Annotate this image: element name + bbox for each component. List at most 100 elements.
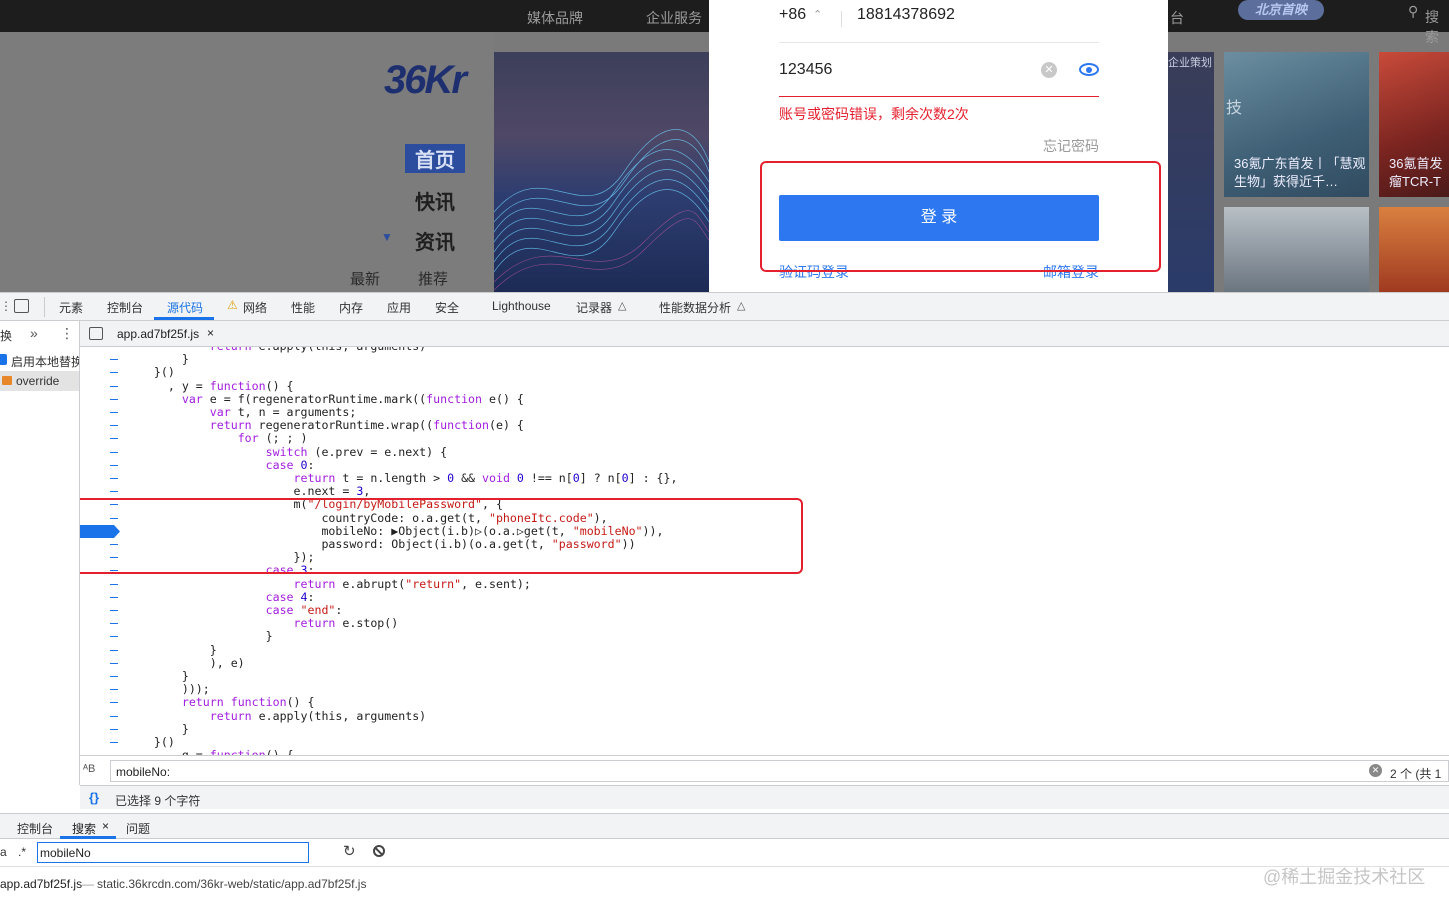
code-line[interactable]: return function() { — [126, 695, 315, 709]
topnav-enterprise-service[interactable]: 企业服务 — [646, 8, 702, 28]
refresh-icon[interactable]: ↻ — [343, 842, 356, 860]
result-url[interactable]: static.36krcdn.com/36kr-web/static/app.a… — [97, 877, 366, 891]
find-input[interactable]: mobileNo: — [116, 765, 170, 779]
match-case-icon[interactable]: ᴬB — [83, 763, 95, 775]
code-line[interactable]: switch (e.prev = e.next) { — [126, 445, 448, 459]
password-input[interactable]: 123456 — [779, 61, 832, 79]
event-badge[interactable]: 北京首映 — [1238, 0, 1324, 20]
menu-newsflash[interactable]: 快讯 — [415, 186, 455, 215]
tab-security[interactable]: 安全 — [435, 299, 459, 316]
country-code[interactable]: +86 — [779, 6, 806, 24]
clear-icon[interactable]: ✕ — [1041, 62, 1057, 78]
close-tab-icon[interactable]: × — [102, 819, 109, 833]
tab-lighthouse[interactable]: Lighthouse — [492, 299, 551, 313]
device-toolbar-icon[interactable] — [14, 299, 29, 313]
code-line[interactable]: var t, n = arguments; — [126, 405, 357, 419]
more-tabs-icon[interactable]: » — [30, 325, 38, 341]
eye-icon[interactable] — [1079, 63, 1099, 76]
code-line[interactable]: } — [126, 722, 189, 736]
checkbox-icon[interactable] — [0, 354, 7, 365]
tab-network[interactable]: 网络 — [243, 299, 267, 316]
regex-icon[interactable]: .* — [18, 845, 26, 859]
line-marker — [110, 359, 118, 361]
corporate-tag: 企业策划 — [1168, 57, 1212, 69]
overrides-tab-partial[interactable]: 换 — [0, 327, 12, 344]
toggle-navigator-icon[interactable] — [89, 327, 103, 340]
website-area: 媒体品牌 企业服务 台 北京首映 ⚲ 搜索 36Kr 首页 快讯 ▼ 资讯 最新… — [0, 0, 1449, 292]
news-card-2[interactable]: 36氪首发 瘤TCR-T — [1379, 52, 1449, 197]
news-card-4[interactable] — [1379, 207, 1449, 292]
submenu-latest[interactable]: 最新 — [350, 268, 380, 289]
search-result[interactable]: app.ad7bf25f.js — static.36krcdn.com/36k… — [0, 867, 1449, 897]
line-marker — [110, 425, 118, 427]
match-case-partial-icon[interactable]: a — [0, 845, 7, 859]
code-editor[interactable]: return e.apply(this, arguments) } }() , … — [80, 347, 1449, 755]
file-tab[interactable]: app.ad7bf25f.js — [117, 327, 199, 341]
code-line[interactable]: for (; ; ) — [126, 431, 308, 445]
code-line[interactable]: ), e) — [126, 656, 245, 670]
tab-console[interactable]: 控制台 — [107, 299, 143, 316]
code-line[interactable]: var e = f(regeneratorRuntime.mark((funct… — [126, 392, 524, 406]
drawer-tab-issues[interactable]: 问题 — [126, 820, 150, 837]
code-line[interactable]: }() — [126, 735, 175, 749]
tab-application[interactable]: 应用 — [387, 299, 411, 316]
pretty-print-icon[interactable]: {} — [89, 790, 99, 805]
tab-recorder[interactable]: 记录器 — [576, 299, 612, 316]
code-line[interactable]: } — [126, 629, 273, 643]
result-file-name[interactable]: app.ad7bf25f.js — [0, 877, 82, 891]
override-folder-row[interactable]: override — [0, 371, 79, 391]
selection-status: 已选择 9 个字符 — [115, 794, 201, 808]
clear-icon[interactable]: ✕ — [1369, 764, 1382, 777]
code-line[interactable]: return e.abrupt("return", e.sent); — [126, 577, 531, 591]
code-line[interactable]: case "end": — [126, 603, 343, 617]
phone-input[interactable]: 18814378692 — [857, 6, 955, 24]
drawer-tab-search[interactable]: 搜索 — [72, 820, 96, 837]
code-line[interactable]: , g = function() { — [126, 748, 294, 755]
menu-news[interactable]: 资讯 — [415, 226, 455, 255]
tab-performance-insights[interactable]: 性能数据分析 — [659, 299, 731, 316]
hero-banner-right: 企业策划 — [1168, 52, 1214, 292]
search-icon[interactable]: ⚲ — [1408, 3, 1418, 20]
code-line[interactable]: return regeneratorRuntime.wrap((function… — [126, 418, 524, 432]
submenu-recommend[interactable]: 推荐 — [418, 268, 448, 289]
find-input-box[interactable]: mobileNo: ✕ 2 个 (共 1 — [110, 760, 1449, 782]
clear-search-icon[interactable] — [373, 845, 385, 857]
code-line[interactable]: case 4: — [126, 590, 315, 604]
tab-sources[interactable]: 源代码 — [167, 299, 203, 316]
tab-elements[interactable]: 元素 — [59, 299, 83, 316]
topnav-partial[interactable]: 台 — [1170, 8, 1184, 28]
card-1-caption[interactable]: 36氪广东首发丨「慧观生物」获得近千… — [1234, 155, 1369, 191]
news-card-3[interactable] — [1224, 207, 1369, 292]
code-line[interactable]: } — [126, 352, 189, 366]
enable-local-overrides[interactable]: 启用本地替换 — [11, 353, 79, 370]
tab-performance[interactable]: 性能 — [291, 299, 315, 316]
menu-home[interactable]: 首页 — [405, 144, 465, 173]
code-line[interactable]: ))); — [126, 682, 210, 696]
code-line[interactable]: }() — [126, 365, 175, 379]
line-marker — [110, 398, 118, 400]
line-marker — [110, 610, 118, 611]
topbar-search-label[interactable]: 搜索 — [1425, 7, 1449, 47]
menu-dots-icon[interactable]: ⋮ — [0, 299, 12, 313]
code-line[interactable]: return t = n.length > 0 && void 0 !== n[… — [126, 471, 678, 485]
hero-banner-image[interactable] — [494, 52, 709, 292]
code-line[interactable]: case 0: — [126, 458, 315, 472]
code-line[interactable]: , y = function() { — [126, 379, 294, 393]
tab-memory[interactable]: 内存 — [339, 299, 363, 316]
card-2-caption[interactable]: 36氪首发 瘤TCR-T — [1389, 155, 1449, 191]
code-line[interactable]: return e.stop() — [126, 616, 399, 630]
search-input-box[interactable]: mobileNo — [37, 842, 309, 863]
code-line[interactable]: } — [126, 669, 189, 683]
close-tab-icon[interactable]: × — [207, 326, 214, 340]
menu-dots-icon[interactable]: ⋮ — [60, 325, 74, 342]
topnav-media-brand[interactable]: 媒体品牌 — [527, 8, 583, 28]
code-line[interactable]: e.next = 3, — [126, 484, 371, 498]
logo-36kr[interactable]: 36Kr — [384, 58, 467, 103]
news-card-1[interactable]: 技 36氪广东首发丨「慧观生物」获得近千… — [1224, 52, 1369, 197]
code-line[interactable]: } — [126, 643, 217, 657]
chevron-up-icon[interactable]: ⌃ — [813, 8, 822, 21]
forgot-password-link[interactable]: 忘记密码 — [1043, 136, 1099, 156]
code-line[interactable]: return e.apply(this, arguments) — [126, 709, 426, 723]
drawer-tab-console[interactable]: 控制台 — [17, 820, 53, 837]
search-input[interactable]: mobileNo — [40, 846, 91, 860]
